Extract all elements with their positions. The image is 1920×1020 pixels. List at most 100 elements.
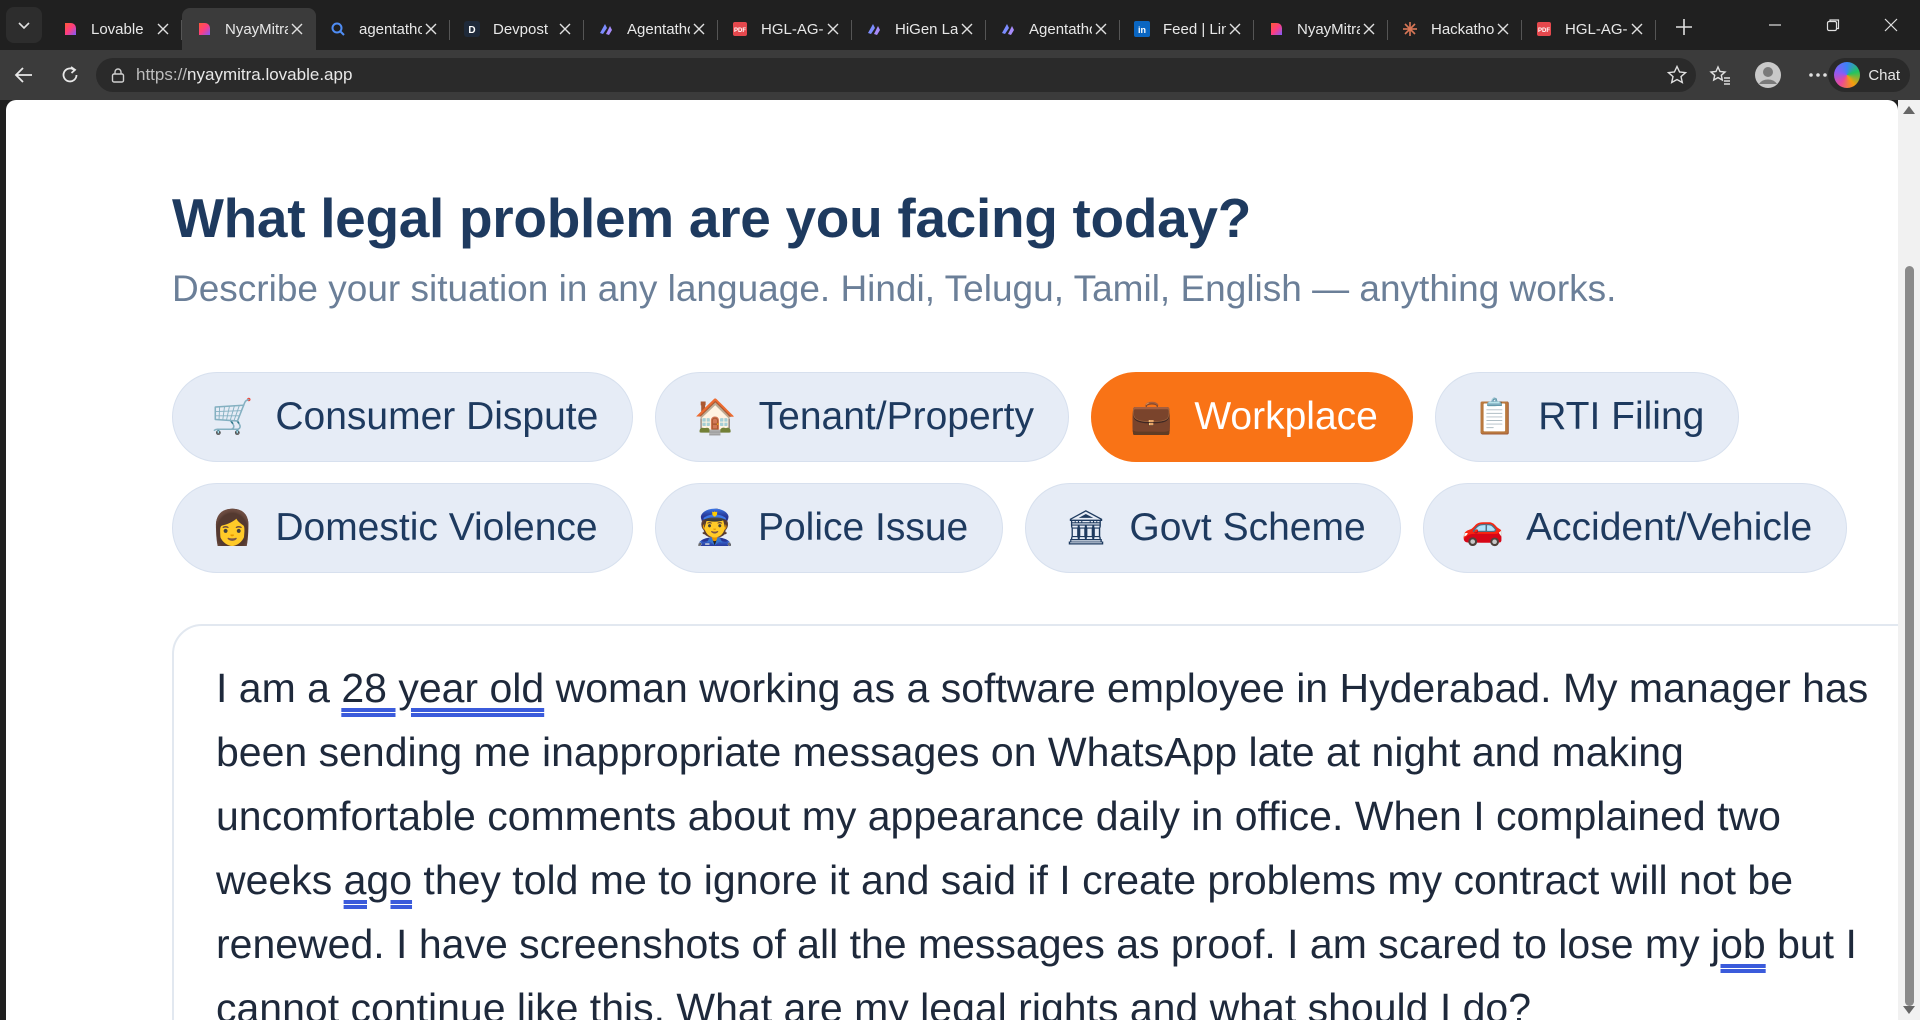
close-tab-button[interactable]	[556, 20, 574, 38]
close-tab-button[interactable]	[1360, 20, 1378, 38]
browser-tab[interactable]: HiGen Lab	[852, 8, 986, 50]
close-icon	[1363, 23, 1375, 35]
svg-text:PDF: PDF	[1538, 28, 1550, 34]
category-chip-label: Domestic Violence	[275, 506, 598, 549]
tab-actions-menu-button[interactable]	[6, 7, 42, 43]
avatar	[1755, 62, 1781, 88]
url-host: nyaymitra.lovable.app	[187, 65, 353, 84]
svg-text:D: D	[468, 25, 475, 36]
browser-toolbar: https://nyaymitra.lovable.app Chat	[0, 50, 1920, 100]
tab-title: HGL-AG-	[761, 20, 824, 38]
browser-tab[interactable]: in Feed | LinkedIn	[1120, 8, 1254, 50]
browser-tab[interactable]: PDF HGL-AG-	[1522, 8, 1656, 50]
category-chip-tenant-property[interactable]: 🏠 Tenant/Property	[655, 372, 1069, 462]
category-chip-accident-vehicle[interactable]: 🚗 Accident/Vehicle	[1422, 483, 1848, 573]
close-tab-button[interactable]	[824, 20, 842, 38]
category-chip-label: Consumer Dispute	[275, 395, 599, 438]
new-tab-button[interactable]	[1666, 9, 1702, 45]
favorite-star-button[interactable]	[1666, 64, 1688, 86]
linkedin-icon: in	[1134, 21, 1150, 37]
page-scrollbar[interactable]	[1898, 100, 1920, 1020]
site-info-icon[interactable]	[108, 65, 128, 85]
problem-description-textarea[interactable]: I am a 28 year old woman working as a so…	[172, 624, 1898, 1020]
tab-title: NyayMitra	[225, 20, 288, 38]
browser-tab[interactable]: Agentathon	[584, 8, 718, 50]
description-part: I am a	[216, 665, 342, 711]
lovable-icon	[62, 21, 78, 37]
category-chip-domestic-violence[interactable]: 👩 Domestic Violence	[172, 483, 633, 573]
category-chip-govt-scheme[interactable]: 🏛 Govt Scheme	[1025, 483, 1401, 573]
minimize-button[interactable]	[1746, 0, 1804, 50]
close-tab-button[interactable]	[958, 20, 976, 38]
url-protocol: https://	[136, 65, 188, 84]
tab-list: Lovable NyayMitra agentathon D Devpost Agenta…	[48, 0, 1656, 50]
devpost-icon: D	[464, 21, 480, 37]
close-tab-button[interactable]	[154, 20, 172, 38]
agentathon-icon	[1000, 21, 1016, 37]
pdf-icon: PDF	[732, 21, 748, 37]
category-chip-consumer-dispute[interactable]: 🛒 Consumer Dispute	[172, 372, 634, 462]
close-window-button[interactable]	[1862, 0, 1920, 50]
browser-tab[interactable]: D Devpost	[450, 8, 584, 50]
category-chips-row-2: 👩 Domestic Violence 👮 Police Issue 🏛 Govt Sch…	[172, 483, 1848, 573]
favorites-button[interactable]	[1698, 50, 1742, 100]
category-chip-rti-filing[interactable]: 📋 RTI Filing	[1434, 372, 1740, 462]
browser-tab[interactable]: PDF HGL-AG-	[718, 8, 852, 50]
close-tab-button[interactable]	[1494, 20, 1512, 38]
close-tab-button[interactable]	[1226, 20, 1244, 38]
category-chip-workplace[interactable]: 💼 Workplace	[1090, 372, 1413, 462]
tab-title: Devpost	[493, 20, 549, 38]
scrollbar-thumb[interactable]	[1905, 266, 1914, 1006]
close-tab-button[interactable]	[1628, 20, 1646, 38]
chevron-down-icon	[18, 22, 30, 30]
agentathon-icon	[598, 21, 614, 37]
tab-title: Agentathon	[627, 20, 690, 38]
browser-tab[interactable]: Agentathon	[986, 8, 1120, 50]
browser-tab[interactable]: NyayMitra	[182, 8, 316, 50]
category-chip-label: RTI Filing	[1538, 395, 1705, 438]
close-icon	[1229, 23, 1241, 35]
close-icon	[1095, 23, 1107, 35]
close-icon	[1884, 18, 1898, 32]
woman-icon: 👩	[211, 508, 254, 548]
tab-title: NyayMitra	[1297, 20, 1360, 38]
lovable-icon	[1268, 21, 1284, 37]
briefcase-icon: 💼	[1129, 397, 1173, 437]
category-chip-label: Govt Scheme	[1129, 506, 1366, 549]
spellcheck-flag[interactable]: job	[1711, 921, 1766, 967]
scroll-up-arrow-icon[interactable]	[1903, 106, 1915, 114]
browser-tab[interactable]: agentathon	[316, 8, 450, 50]
close-tab-button[interactable]	[422, 20, 440, 38]
category-chip-label: Tenant/Property	[758, 395, 1034, 438]
browser-tab[interactable]: NyayMitra	[1254, 8, 1388, 50]
spellcheck-flag[interactable]: ago	[344, 857, 412, 903]
star-icon	[1666, 64, 1688, 84]
spellcheck-flag[interactable]: 28 year old	[341, 665, 544, 711]
clipboard-icon: 📋	[1473, 397, 1517, 437]
close-tab-button[interactable]	[1092, 20, 1110, 38]
search-icon	[330, 21, 346, 37]
scroll-down-arrow-icon[interactable]	[1903, 1006, 1915, 1014]
close-icon	[1497, 23, 1509, 35]
lovable-icon	[196, 21, 212, 37]
back-button[interactable]	[4, 55, 44, 95]
close-icon	[291, 23, 303, 35]
description-part: they told me to ignore it and said if I …	[216, 857, 1805, 967]
reload-button[interactable]	[50, 55, 90, 95]
tab-title: Feed | LinkedIn	[1163, 20, 1226, 38]
close-icon	[1631, 23, 1643, 35]
profile-button[interactable]	[1746, 50, 1790, 100]
browser-tab[interactable]: Hackathon	[1388, 8, 1522, 50]
close-tab-button[interactable]	[690, 20, 708, 38]
browser-tab[interactable]: Lovable	[48, 8, 182, 50]
more-horizontal-icon	[1809, 73, 1827, 77]
address-bar[interactable]: https://nyaymitra.lovable.app	[96, 58, 1696, 92]
category-chip-police-issue[interactable]: 👮 Police Issue	[654, 483, 1004, 573]
tab-title: agentathon	[359, 20, 422, 38]
close-icon	[961, 23, 973, 35]
minimize-icon	[1769, 24, 1781, 26]
copilot-chat-button[interactable]: Chat	[1828, 58, 1910, 92]
close-tab-button[interactable]	[288, 20, 306, 38]
page-title: What legal problem are you facing today?	[172, 187, 1252, 249]
restore-button[interactable]	[1804, 0, 1862, 50]
